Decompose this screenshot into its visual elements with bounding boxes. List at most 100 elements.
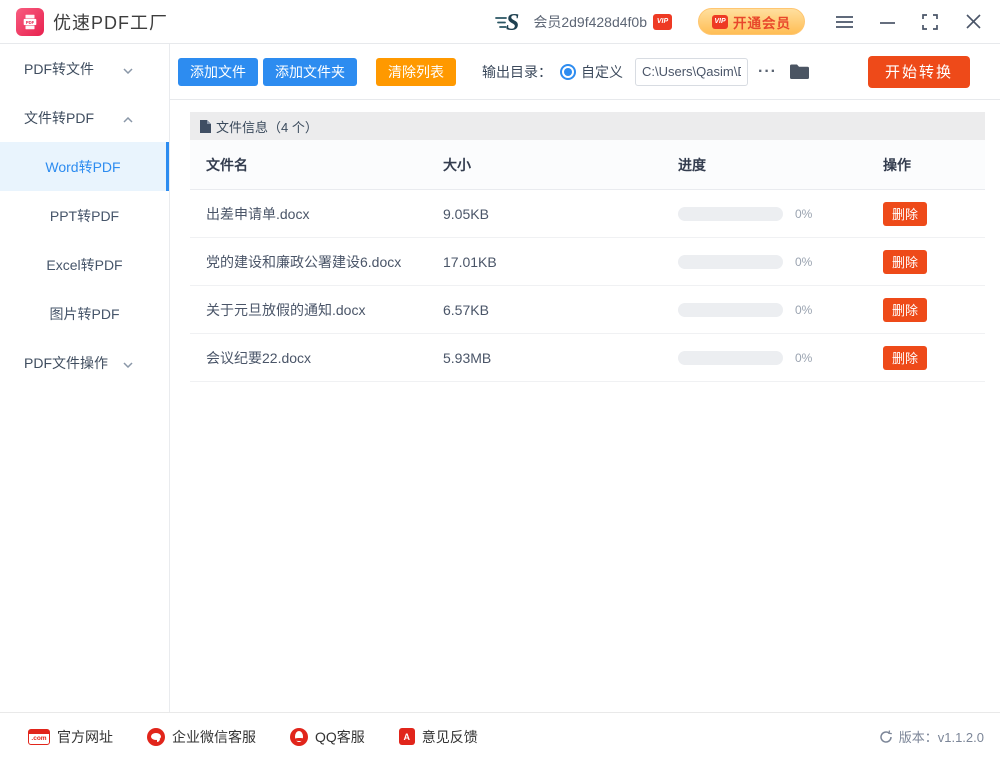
sidebar-item-excel-to-pdf[interactable]: Excel转PDF (0, 240, 169, 289)
output-path-input[interactable] (635, 58, 748, 86)
feedback-link[interactable]: A 意见反馈 (399, 727, 478, 747)
sidebar-item-label: Excel转PDF (46, 255, 122, 275)
custom-radio[interactable] (560, 64, 576, 80)
minimize-icon[interactable] (878, 13, 896, 31)
wechat-service-icon (147, 728, 165, 746)
footer-link-label: QQ客服 (315, 727, 365, 747)
output-directory-label: 输出目录： (482, 62, 552, 82)
sidebar-group-label: 文件转PDF (24, 108, 94, 128)
file-name: 会议纪要22.docx (206, 348, 443, 368)
progress-percent: 0% (795, 207, 812, 221)
table-row: 关于元旦放假的通知.docx 6.57KB 0% 删除 (190, 286, 985, 334)
app-logo-icon: PDF (16, 8, 44, 36)
sidebar-group-label: PDF文件操作 (24, 353, 108, 373)
main-area: 添加文件 添加文件夹 清除列表 输出目录： 自定义 ··· 开始转换 (170, 44, 1000, 712)
file-size: 5.93MB (443, 350, 678, 366)
column-header-size: 大小 (443, 155, 678, 175)
title-bar: PDF 优速PDF工厂 S 会员2d9f428d4f0b VIP VIP 开通会… (0, 0, 1000, 44)
qq-service-icon (290, 728, 308, 746)
svg-text:PDF: PDF (26, 19, 35, 24)
chevron-down-icon (123, 61, 133, 77)
feedback-icon: A (399, 728, 415, 745)
file-name: 出差申请单.docx (206, 204, 443, 224)
vip-badge-icon: VIP (653, 14, 672, 30)
file-name: 关于元旦放假的通知.docx (206, 300, 443, 320)
add-folder-button[interactable]: 添加文件夹 (263, 58, 357, 86)
wechat-service-link[interactable]: 企业微信客服 (147, 727, 256, 747)
column-header-progress: 进度 (678, 155, 883, 175)
radio-dot (564, 68, 572, 76)
footer-link-label: 官方网址 (57, 727, 113, 747)
delete-button[interactable]: 删除 (883, 346, 927, 370)
window-controls (835, 13, 982, 31)
sidebar-item-word-to-pdf[interactable]: Word转PDF (0, 142, 169, 191)
file-size: 17.01KB (443, 254, 678, 270)
sidebar-item-image-to-pdf[interactable]: 图片转PDF (0, 289, 169, 338)
custom-option-label: 自定义 (581, 62, 623, 82)
sidebar-item-label: PPT转PDF (50, 206, 119, 226)
clear-list-button[interactable]: 清除列表 (376, 58, 456, 86)
file-panel: 文件信息（4 个） 文件名 大小 进度 操作 出差申请单.docx 9.05KB… (170, 100, 1000, 712)
progress-bar (678, 255, 783, 269)
file-info-title: 文件信息（4 个） (216, 117, 318, 136)
official-website-link[interactable]: .com 官方网址 (28, 727, 113, 747)
app-window: PDF 优速PDF工厂 S 会员2d9f428d4f0b VIP VIP 开通会… (0, 0, 1000, 760)
output-directory-group: 输出目录： 自定义 ··· 开始转换 (482, 56, 970, 88)
vip-icon: VIP (712, 15, 728, 29)
progress-cell: 0% (678, 255, 883, 269)
sidebar-group-pdf-operations[interactable]: PDF文件操作 (0, 338, 169, 387)
delete-button[interactable]: 删除 (883, 298, 927, 322)
website-com-icon: .com (28, 729, 50, 745)
sidebar-item-ppt-to-pdf[interactable]: PPT转PDF (0, 191, 169, 240)
user-avatar[interactable]: S (495, 9, 525, 35)
footer: .com 官方网址 企业微信客服 QQ客服 A 意见反馈 版本：v1.1.2.0 (0, 712, 1000, 760)
app-title: 优速PDF工厂 (53, 9, 168, 35)
sidebar-item-label: 图片转PDF (50, 304, 120, 324)
version-area: 版本：v1.1.2.0 (879, 727, 984, 746)
progress-bar (678, 351, 783, 365)
document-icon (200, 120, 211, 133)
sidebar-group-file-to-pdf[interactable]: 文件转PDF (0, 93, 169, 142)
svg-text:S: S (506, 10, 519, 35)
file-size: 6.57KB (443, 302, 678, 318)
table-row: 出差申请单.docx 9.05KB 0% 删除 (190, 190, 985, 238)
member-id-label: 会员2d9f428d4f0b (533, 12, 647, 32)
open-vip-button[interactable]: VIP 开通会员 (698, 8, 805, 35)
progress-cell: 0% (678, 207, 883, 221)
progress-cell: 0% (678, 351, 883, 365)
add-file-button[interactable]: 添加文件 (178, 58, 258, 86)
column-header-filename: 文件名 (206, 155, 443, 175)
open-folder-icon[interactable] (789, 63, 810, 80)
toolbar: 添加文件 添加文件夹 清除列表 输出目录： 自定义 ··· 开始转换 (170, 44, 1000, 100)
sidebar-item-label: Word转PDF (45, 157, 120, 177)
progress-percent: 0% (795, 351, 812, 365)
delete-button[interactable]: 删除 (883, 202, 927, 226)
column-header-action: 操作 (883, 155, 969, 175)
start-convert-button[interactable]: 开始转换 (868, 56, 970, 88)
chevron-up-icon (123, 110, 133, 126)
refresh-icon[interactable] (879, 730, 893, 744)
progress-percent: 0% (795, 303, 812, 317)
open-vip-label: 开通会员 (733, 12, 791, 32)
sidebar: PDF转文件 文件转PDF Word转PDF PPT转PDF Excel转PDF… (0, 44, 170, 712)
footer-link-label: 意见反馈 (422, 727, 478, 747)
table-row: 会议纪要22.docx 5.93MB 0% 删除 (190, 334, 985, 382)
maximize-icon[interactable] (921, 13, 939, 31)
qq-service-link[interactable]: QQ客服 (290, 727, 365, 747)
sidebar-group-pdf-to-file[interactable]: PDF转文件 (0, 44, 169, 93)
chevron-down-icon (123, 355, 133, 371)
title-bar-right: S 会员2d9f428d4f0b VIP VIP 开通会员 (495, 8, 982, 35)
close-icon[interactable] (964, 13, 982, 31)
footer-link-label: 企业微信客服 (172, 727, 256, 747)
file-info-bar: 文件信息（4 个） (190, 112, 985, 140)
browse-more-button[interactable]: ··· (758, 63, 777, 81)
progress-bar (678, 303, 783, 317)
sidebar-group-label: PDF转文件 (24, 59, 94, 79)
table-header-row: 文件名 大小 进度 操作 (190, 140, 985, 190)
table-row: 党的建设和廉政公署建设6.docx 17.01KB 0% 删除 (190, 238, 985, 286)
menu-icon[interactable] (835, 13, 853, 31)
progress-percent: 0% (795, 255, 812, 269)
delete-button[interactable]: 删除 (883, 250, 927, 274)
file-name: 党的建设和廉政公署建设6.docx (206, 252, 443, 272)
file-size: 9.05KB (443, 206, 678, 222)
